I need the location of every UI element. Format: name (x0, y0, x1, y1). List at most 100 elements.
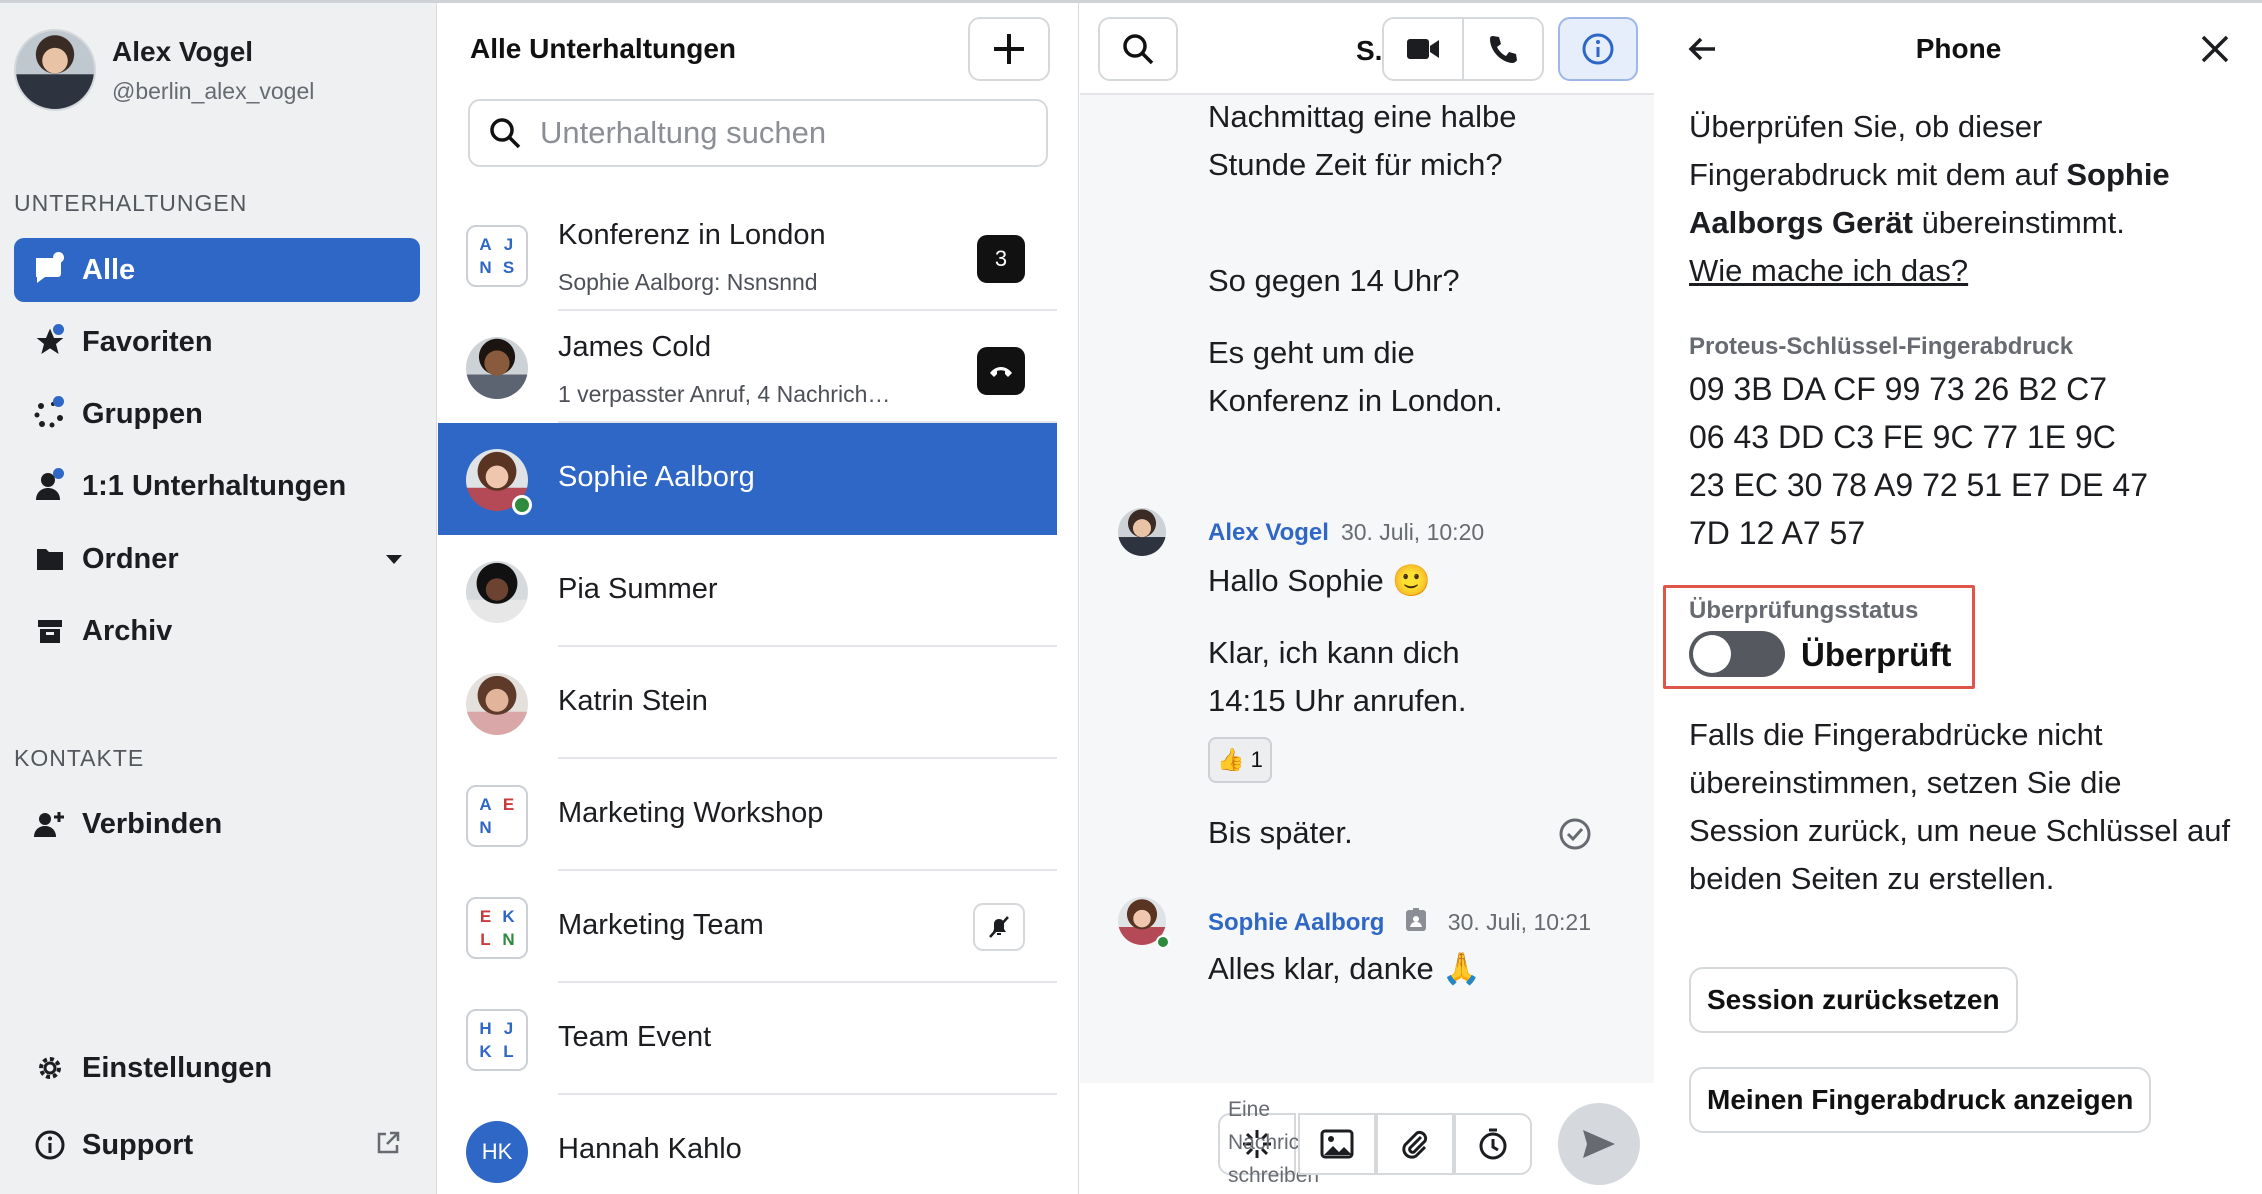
missed-call-badge (977, 347, 1025, 395)
sidebar-item-support[interactable]: Support (14, 1113, 420, 1177)
avatar (466, 449, 532, 515)
video-camera-icon (1407, 39, 1439, 59)
conversation-view: S. Nachmittag eine halbe Stunde Zeit für… (1080, 3, 1654, 1194)
conversation-title: Marketing Workshop (558, 797, 824, 829)
sidebar-item-one-to-one[interactable]: 1:1 Unterhaltungen (14, 454, 420, 518)
image-button[interactable] (1298, 1113, 1376, 1175)
read-receipt-icon (1559, 818, 1591, 850)
reset-session-button[interactable]: Session zurücksetzen (1689, 967, 2018, 1033)
sidebar-item-alle[interactable]: Alle (14, 238, 420, 302)
verification-intro: Überprüfen Sie, ob dieser Fingerabdruck … (1689, 109, 2170, 288)
info-button[interactable] (1558, 17, 1638, 81)
list-item[interactable]: EK LN Marketing Team (438, 871, 1057, 983)
message-text: Klar, ich kann dich 14:15 Uhr anrufen. (1208, 635, 1467, 718)
groups-icon (26, 394, 74, 434)
profile-name: Alex Vogel (112, 35, 254, 67)
conversation-name: S. (1356, 35, 1383, 66)
avatar[interactable] (14, 29, 96, 111)
search-field[interactable] (468, 99, 1048, 167)
message-text: Nachmittag eine halbe Stunde Zeit für mi… (1208, 99, 1517, 182)
person-icon (26, 466, 74, 506)
external-link-icon (374, 1129, 402, 1165)
sidebar-item-verbinden[interactable]: Verbinden (14, 792, 420, 856)
avatar-initials: HK (466, 1121, 528, 1183)
list-item[interactable]: Pia Summer (438, 535, 1057, 647)
conversation-subtitle: 1 verpasster Anruf, 4 Nachrich… (558, 381, 891, 407)
timer-button[interactable] (1454, 1113, 1532, 1175)
chevron-down-icon[interactable] (386, 555, 402, 564)
search-button[interactable] (1098, 17, 1178, 81)
fingerprint-value: 09 3B DA CF 99 73 26 B2 C7 06 43 DD C3 F… (1689, 371, 2148, 551)
conversation-title: James Cold (558, 331, 712, 363)
avatar[interactable] (1118, 508, 1166, 556)
message-time: 30. Juli, 10:20 (1340, 519, 1485, 545)
sidebar-item-label: Ordner (82, 542, 179, 575)
star-icon (26, 322, 74, 362)
audio-call-button[interactable] (1462, 17, 1544, 81)
conversation-title: Konferenz in London (558, 219, 826, 251)
list-item[interactable]: HK Hannah Kahlo (438, 1095, 1057, 1194)
list-item[interactable]: Katrin Stein (438, 647, 1057, 759)
phone-icon (1490, 36, 1517, 63)
add-person-icon (26, 804, 74, 844)
sidebar-item-einstellungen[interactable]: Einstellungen (14, 1036, 420, 1100)
reaction-badge[interactable]: 👍 1 (1208, 737, 1272, 783)
sidebar-item-label: Alle (82, 253, 136, 286)
message-sender[interactable]: Alex Vogel 30. Juli, 10:20 (1208, 519, 1484, 547)
conversation-title: Hannah Kahlo (558, 1133, 742, 1165)
sidebar-item-gruppen[interactable]: Gruppen (14, 382, 420, 446)
sidebar: Alex Vogel @berlin_alex_vogel UNTERHALTU… (0, 3, 437, 1194)
attachment-button[interactable] (1376, 1113, 1454, 1175)
message-sender[interactable]: Sophie Aalborg 30. Juli, 10:21 (1208, 907, 1591, 937)
new-conversation-button[interactable] (968, 17, 1050, 81)
conversation-title: Team Event (558, 1021, 712, 1053)
profile[interactable]: Alex Vogel @berlin_alex_vogel (14, 29, 314, 111)
list-item[interactable]: HJ KL Team Event (438, 983, 1057, 1095)
sidebar-item-archiv[interactable]: Archiv (14, 599, 420, 663)
send-button[interactable] (1558, 1103, 1640, 1185)
sidebar-item-ordner[interactable]: Ordner (14, 527, 420, 591)
panel-title: Phone (1915, 33, 2002, 64)
avatar (466, 337, 528, 399)
message-text: So gegen 14 Uhr? (1208, 263, 1460, 298)
bell-off-icon (989, 916, 1009, 938)
close-button[interactable] (2195, 29, 2235, 69)
group-avatar: AE N (466, 785, 528, 847)
reset-note: Falls die Fingerabdrücke nicht übereinst… (1689, 717, 2231, 896)
verification-toggle[interactable] (1689, 631, 1785, 677)
list-item[interactable]: James Cold 1 verpasster Anruf, 4 Nachric… (438, 311, 1057, 423)
avatar (466, 561, 528, 623)
gear-icon (26, 1048, 74, 1088)
verification-status-value: Überprüft (1801, 636, 1952, 673)
search-icon (1123, 34, 1154, 65)
send-icon (1583, 1130, 1615, 1158)
list-item[interactable]: AE N Marketing Workshop (438, 759, 1057, 871)
info-icon (26, 1125, 74, 1165)
sidebar-item-favoriten[interactable]: Favoriten (14, 310, 420, 374)
avatar[interactable] (1118, 897, 1170, 949)
group-avatar: HJ KL (466, 1009, 528, 1071)
conversation-subtitle: Sophie Aalborg: Nsnsnnd (558, 269, 818, 295)
show-my-fingerprint-button[interactable]: Meinen Fingerabdruck anzeigen (1689, 1067, 2152, 1133)
sidebar-item-label: Favoriten (82, 325, 213, 358)
video-call-button[interactable] (1382, 17, 1464, 81)
search-input[interactable] (540, 115, 1020, 151)
list-item-selected[interactable]: Sophie Aalborg (438, 423, 1057, 535)
verification-status-label: Überprüfungsstatus (1689, 597, 1919, 624)
archive-icon (26, 611, 74, 651)
online-status-indicator (512, 495, 532, 515)
conversation-list: Alle Unterhaltungen AJ NS Konferenz in L… (438, 3, 1079, 1194)
chat-bubble-icon (26, 250, 74, 290)
how-to-link[interactable]: Wie mache ich das? (1689, 253, 1968, 288)
message-time: 30. Juli, 10:21 (1447, 909, 1592, 935)
phone-hangup-icon (990, 367, 1012, 377)
device-details-panel: Phone Überprüfen Sie, ob dieser Fingerab… (1655, 3, 2262, 1194)
unread-badge: 3 (977, 235, 1025, 283)
group-avatar: AJ NS (466, 225, 528, 287)
sidebar-item-label: Einstellungen (82, 1051, 273, 1084)
list-item[interactable]: AJ NS Konferenz in London Sophie Aalborg… (438, 199, 1057, 311)
muted-button[interactable] (973, 903, 1025, 951)
conversation-title: Katrin Stein (558, 685, 708, 717)
list-title: Alle Unterhaltungen (470, 33, 737, 64)
guest-badge-icon (1406, 908, 1427, 931)
